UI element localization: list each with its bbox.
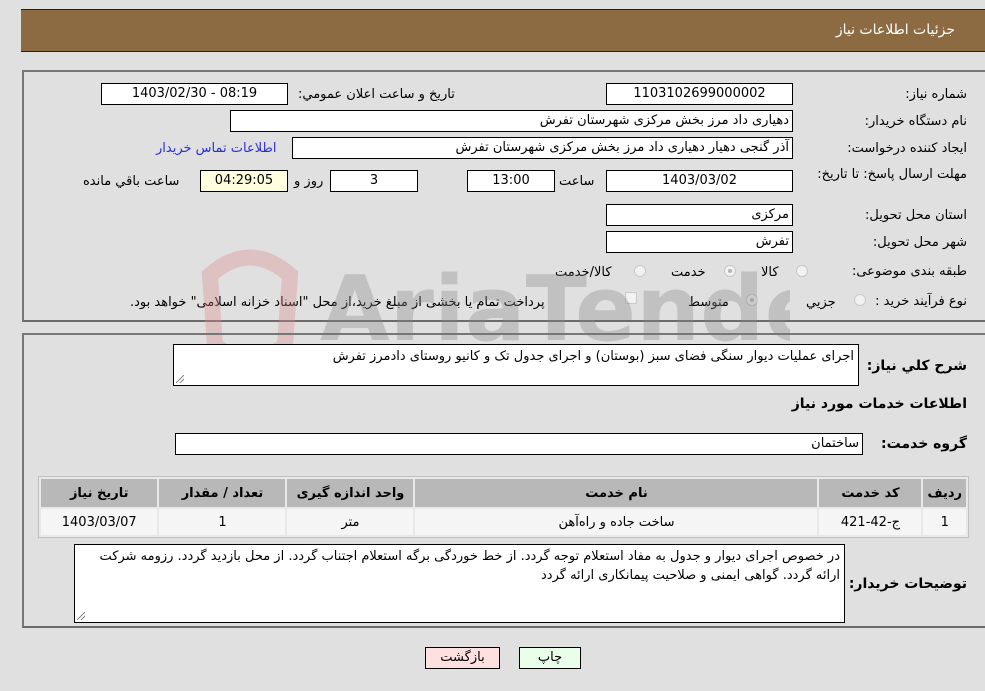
cell-quantity: 1 <box>159 509 286 535</box>
need-number-label: شماره نیاز: <box>905 87 967 102</box>
category-option-service: خدمت <box>671 265 706 280</box>
print-button[interactable]: چاپ <box>519 647 581 669</box>
col-header-unit: واحد اندازه گیری <box>287 479 414 507</box>
table-header-row: ردیف کد خدمت نام خدمت واحد اندازه گیری ت… <box>41 479 966 507</box>
process-label: نوع فرآیند خرید : <box>875 294 967 309</box>
need-number-field: 1103102699000002 <box>606 83 793 105</box>
province-field: مرکزی <box>606 204 793 226</box>
need-details-panel <box>22 70 985 322</box>
cell-need-date: 1403/03/07 <box>41 509 158 535</box>
creator-label: ایجاد کننده درخواست: <box>847 141 967 156</box>
category-option-goods: کالا <box>761 265 779 280</box>
category-radio-goods-service[interactable] <box>634 265 646 277</box>
deadline-date-field: 1403/03/02 <box>606 170 793 192</box>
category-radio-service[interactable] <box>724 265 736 277</box>
process-radio-medium[interactable] <box>746 294 758 306</box>
process-radio-minor[interactable] <box>854 294 866 306</box>
remaining-time-label: ساعت باقي مانده <box>83 174 180 189</box>
treasury-note: پرداخت تمام یا بخشی از مبلغ خرید،از محل … <box>130 295 545 310</box>
summary-text: اجرای عملیات دیوار سنگی فضای سبز (بوستان… <box>332 349 854 364</box>
services-section-title: اطلاعات خدمات مورد نیاز <box>791 396 967 412</box>
days-label: روز و <box>294 174 324 189</box>
process-option-medium: متوسط <box>688 295 729 310</box>
deadline-time-field: 13:00 <box>467 170 555 192</box>
resize-grip-icon[interactable] <box>176 375 184 383</box>
col-header-service-name: نام خدمت <box>415 479 818 507</box>
col-header-row-number: ردیف <box>923 479 966 507</box>
service-group-field: ساختمان <box>175 433 863 455</box>
city-field: تفرش <box>606 231 793 253</box>
buyer-notes-textarea[interactable]: در خصوص اجرای دیوار و جدول به مفاد استعل… <box>74 544 845 623</box>
cell-unit: متر <box>287 509 414 535</box>
resize-grip-icon[interactable] <box>77 612 85 620</box>
process-option-minor: جزيي <box>806 295 836 310</box>
summary-textarea[interactable]: اجرای عملیات دیوار سنگی فضای سبز (بوستان… <box>173 344 859 386</box>
buyer-org-label: نام دستگاه خریدار: <box>864 114 967 129</box>
remaining-days-field: 3 <box>330 170 418 192</box>
service-group-label: گروه خدمت: <box>881 436 967 452</box>
province-label: استان محل تحویل: <box>865 208 967 223</box>
page-title: جزئیات اطلاعات نیاز <box>835 22 955 38</box>
buyer-notes-text: در خصوص اجرای دیوار و جدول به مفاد استعل… <box>99 549 841 583</box>
summary-label: شرح کلي نیاز: <box>866 358 967 374</box>
category-label: طبقه بندی موضوعی: <box>851 264 967 279</box>
table-row: 1 ج-42-421 ساخت جاده و راه‌آهن متر 1 140… <box>41 509 966 535</box>
category-radio-goods[interactable] <box>796 265 808 277</box>
buyer-org-field: دهیاری داد مرز بخش مرکزی شهرستان تفرش <box>230 110 793 132</box>
category-option-goods-service: کالا/خدمت <box>555 265 612 280</box>
col-header-need-date: تاریخ نیاز <box>41 479 158 507</box>
col-header-service-code: کد خدمت <box>819 479 922 507</box>
back-button[interactable]: بازگشت <box>425 647 500 669</box>
announce-label: تاریخ و ساعت اعلان عمومي: <box>298 87 455 102</box>
page-header: جزئیات اطلاعات نیاز <box>21 9 985 52</box>
services-table: ردیف کد خدمت نام خدمت واحد اندازه گیری ت… <box>38 476 969 538</box>
city-label: شهر محل تحویل: <box>872 235 967 250</box>
col-header-quantity: تعداد / مقدار <box>159 479 286 507</box>
deadline-label: مهلت ارسال پاسخ: تا تاریخ: <box>817 167 967 182</box>
announce-datetime-field: 1403/02/30 - 08:19 <box>101 83 288 105</box>
deadline-time-label: ساعت <box>559 174 595 189</box>
buyer-notes-label: توضیحات خریدار: <box>848 576 967 592</box>
cell-service-code: ج-42-421 <box>819 509 922 535</box>
creator-field: آذر گنجی دهیار دهیاری داد مرز بخش مرکزی … <box>292 137 793 159</box>
cell-row-number: 1 <box>923 509 966 535</box>
cell-service-name: ساخت جاده و راه‌آهن <box>415 509 818 535</box>
buyer-contact-link[interactable]: اطلاعات تماس خریدار <box>156 141 276 156</box>
treasury-checkbox[interactable] <box>625 292 637 304</box>
remaining-time-field: 04:29:05 <box>200 170 288 192</box>
